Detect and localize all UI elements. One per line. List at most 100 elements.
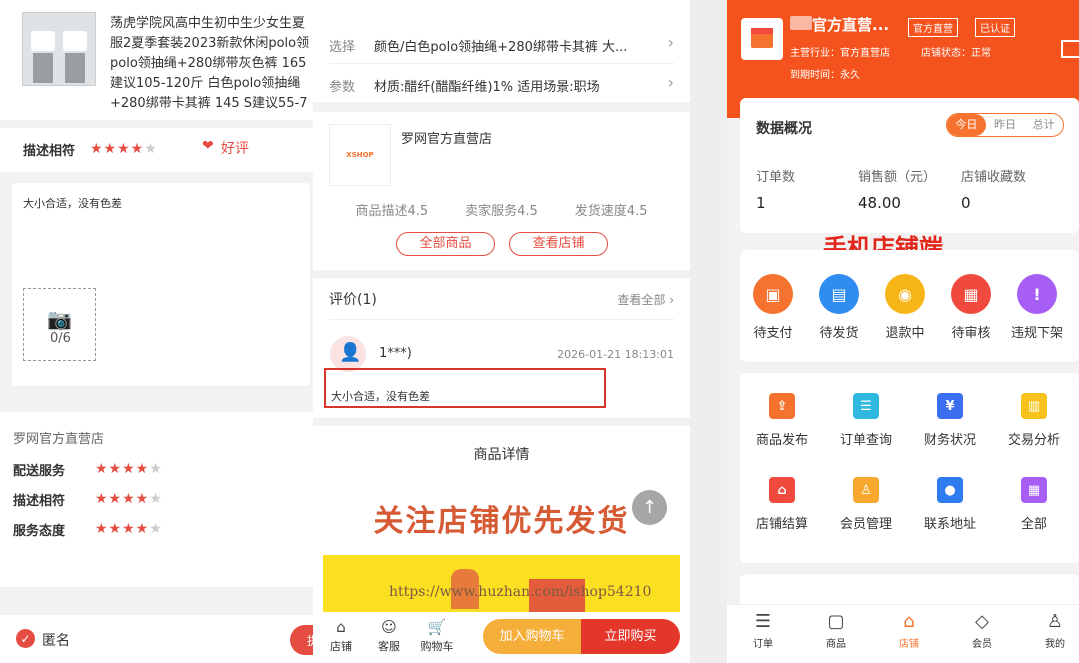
tool-clipboard[interactable]: ☰ 订单查询 [824, 393, 908, 448]
review-section: 评价(1) 查看全部 › 👤 1***) 2026-01-21 18:13:01… [313, 278, 690, 418]
nav-item-cart[interactable]: 🛒 购物车 [419, 618, 455, 654]
stat-value: 1 [756, 194, 766, 212]
view-all-link[interactable]: 查看全部 › [617, 291, 674, 308]
expire-text: 到期时间：永久 [790, 70, 860, 81]
view-all-label: 查看全部 [617, 293, 666, 307]
store-rating-row: 服务态度 ★★★★★ [13, 518, 303, 540]
bottom-bar: ✓ 匿名 提 [0, 615, 313, 663]
overview-title: 数据概况 [756, 121, 812, 137]
check-icon[interactable]: ✓ [16, 629, 35, 648]
user-icon: ♙ [1046, 611, 1064, 632]
user-icon: 👤 [339, 342, 362, 363]
submit-button[interactable]: 提 [290, 625, 313, 655]
store-rating-label: 服务态度 [13, 524, 66, 539]
store-rating-row: 描述相符 ★★★★★ [13, 488, 303, 510]
review-title: 评价(1) [329, 292, 377, 308]
nav-item-user[interactable]: ♙ 我的 [1033, 611, 1077, 650]
store-icon: ⌂ [336, 618, 346, 636]
nav-label: 订单 [753, 639, 773, 650]
rating-row: 描述相符 ★★★★★ ❤ 好评 [0, 128, 313, 172]
official-badge: 官方直营 [908, 18, 958, 37]
all-products-button[interactable]: 全部商品 [396, 232, 495, 256]
nav-label: 店铺 [330, 640, 352, 653]
order-status-card: ▣ 待支付 ▤ 待发货 ◉ 退款中 ▦ 待审核 ! 违规下架 [740, 250, 1079, 362]
tool-label: 订单查询 [839, 433, 892, 448]
store-rating-stars[interactable]: ★★★★★ [95, 488, 163, 507]
tool-upload[interactable]: ⇪ 商品发布 [740, 393, 824, 448]
nav-label: 购物车 [420, 640, 454, 653]
tool-label: 会员管理 [839, 517, 892, 532]
order-label: 待发货 [819, 326, 859, 341]
warning-icon: ! [1017, 274, 1057, 314]
order-label: 待审核 [951, 326, 991, 341]
shop-avatar [741, 18, 783, 60]
store-rating-label: 配送服务 [13, 464, 66, 479]
order-warning[interactable]: ! 违规下架 [1004, 274, 1070, 341]
stat-value: 0 [961, 194, 971, 212]
review-form-panel: 荡虎学院风高中生初中生少女生夏服2夏季套装2023新款休闲polo领polo领抽… [0, 0, 313, 663]
scan-icon[interactable] [1061, 40, 1079, 58]
nav-item-diamond[interactable]: ◇ 会员 [960, 611, 1004, 650]
nav-item-order[interactable]: ☰ 订单 [741, 611, 785, 650]
view-store-button[interactable]: 查看店铺 [509, 232, 608, 256]
order-refund[interactable]: ◉ 退款中 [872, 274, 938, 341]
photo-upload[interactable]: 📷 0/6 [23, 288, 96, 361]
param-row[interactable]: 参数 材质:醋纤(醋酯纤维)1% 适用场景:职场 › [329, 66, 674, 102]
tab-2[interactable]: 总计 [1024, 114, 1063, 136]
tool-location[interactable]: ● 联系地址 [908, 477, 992, 532]
nav-item-store[interactable]: ⌂ 店铺 [323, 618, 359, 654]
location-icon: ● [937, 477, 963, 503]
store-name: 罗网官方直营店 [401, 132, 493, 147]
tool-chart[interactable]: ▥ 交易分析 [992, 393, 1076, 448]
tab-0[interactable]: 今日 [947, 114, 986, 136]
select-row[interactable]: 选择 颜色/白色polo领抽绳+280绑带卡其裤 大... › [329, 24, 674, 64]
order-review[interactable]: ▦ 待审核 [938, 274, 1004, 341]
member-icon: ♙ [853, 477, 879, 503]
wallet-icon: ▣ [753, 274, 793, 314]
review-textarea[interactable]: 大小合适，没有色差 [23, 195, 122, 211]
order-wallet[interactable]: ▣ 待支付 [740, 274, 806, 341]
order-label: 退款中 [885, 326, 925, 341]
store-card: XSHOP 罗网官方直营店 商品描述4.5 卖家服务4.5 发货速度4.5 全部商品… [313, 112, 690, 270]
store-logo: XSHOP [329, 124, 391, 186]
nav-label: 店铺 [899, 639, 919, 650]
good-review-label: 好评 [221, 141, 249, 157]
store-score: 卖家服务4.5 [465, 204, 538, 219]
product-detail-panel: 选择 颜色/白色polo领抽绳+280绑带卡其裤 大... › 参数 材质:醋纤… [313, 0, 690, 663]
review-icon: ▦ [951, 274, 991, 314]
store-rating-stars[interactable]: ★★★★★ [95, 458, 163, 477]
rating-stars[interactable]: ★★★★★ [90, 138, 158, 157]
chart-icon: ▥ [1021, 393, 1047, 419]
heart-icon: ❤ [202, 138, 214, 154]
tool-member[interactable]: ♙ 会员管理 [824, 477, 908, 532]
stat-label: 订单数 [756, 170, 796, 185]
tool-money[interactable]: ¥ 财务状况 [908, 393, 992, 448]
add-to-cart-button[interactable]: 加入购物车 [483, 619, 581, 654]
shop-dashboard-panel: 官方直营... 官方直营 已认证 主营行业：官方直营店 店铺状态：正常 到期时间… [727, 0, 1079, 663]
product-card: 荡虎学院风高中生初中生少女生夏服2夏季套装2023新款休闲polo领polo领抽… [0, 0, 313, 120]
buy-now-button[interactable]: 立即购买 [581, 619, 680, 654]
product-title: 荡虎学院风高中生初中生少女生夏服2夏季套装2023新款休闲polo领polo领抽… [110, 16, 310, 110]
order-icon: ☰ [754, 611, 772, 632]
review-editor[interactable]: 大小合适，没有色差 📷 0/6 [12, 183, 310, 386]
order-box[interactable]: ▤ 待发货 [806, 274, 872, 341]
tool-label: 商品发布 [755, 433, 808, 448]
tool-grid[interactable]: ▦ 全部 [992, 477, 1076, 532]
reviewer-name: 1***) [379, 346, 412, 361]
store-rating-stars[interactable]: ★★★★★ [95, 518, 163, 537]
tool-shop[interactable]: ⌂ 店铺结算 [740, 477, 824, 532]
tool-label: 店铺结算 [755, 517, 808, 532]
spec-card: 选择 颜色/白色polo领抽绳+280绑带卡其裤 大... › 参数 材质:醋纤… [313, 0, 690, 102]
stat-label: 销售额（元） [858, 170, 937, 185]
nav-item-shop[interactable]: ⌂ 店铺 [887, 611, 931, 650]
tab-1[interactable]: 昨日 [986, 114, 1025, 136]
stat-value: 48.00 [858, 194, 901, 212]
shop-icon: ⌂ [769, 477, 795, 503]
anonymous-label: 匿名 [42, 633, 70, 649]
nav-item-goods[interactable]: ▢ 商品 [814, 611, 858, 650]
detail-section: 商品详情 关注店铺优先发货 ↑ https://www.huzhan.com/i… [313, 426, 690, 616]
nav-item-service[interactable]: ☺ 客服 [371, 618, 407, 654]
store-score: 商品描述4.5 [355, 204, 429, 219]
box-icon: ▤ [819, 274, 859, 314]
back-to-top-icon[interactable]: ↑ [632, 490, 667, 525]
